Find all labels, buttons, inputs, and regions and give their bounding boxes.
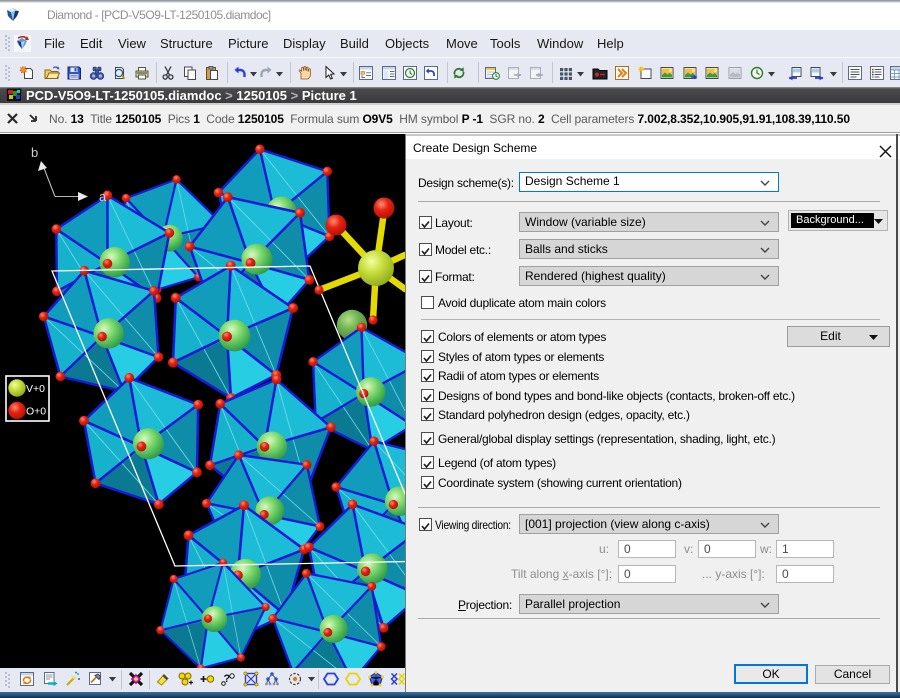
svg-text:a: a — [99, 189, 107, 204]
svg-text:O+0: O+0 — [26, 406, 46, 418]
svg-text:V+0: V+0 — [26, 383, 45, 395]
svg-text:b: b — [31, 145, 38, 160]
